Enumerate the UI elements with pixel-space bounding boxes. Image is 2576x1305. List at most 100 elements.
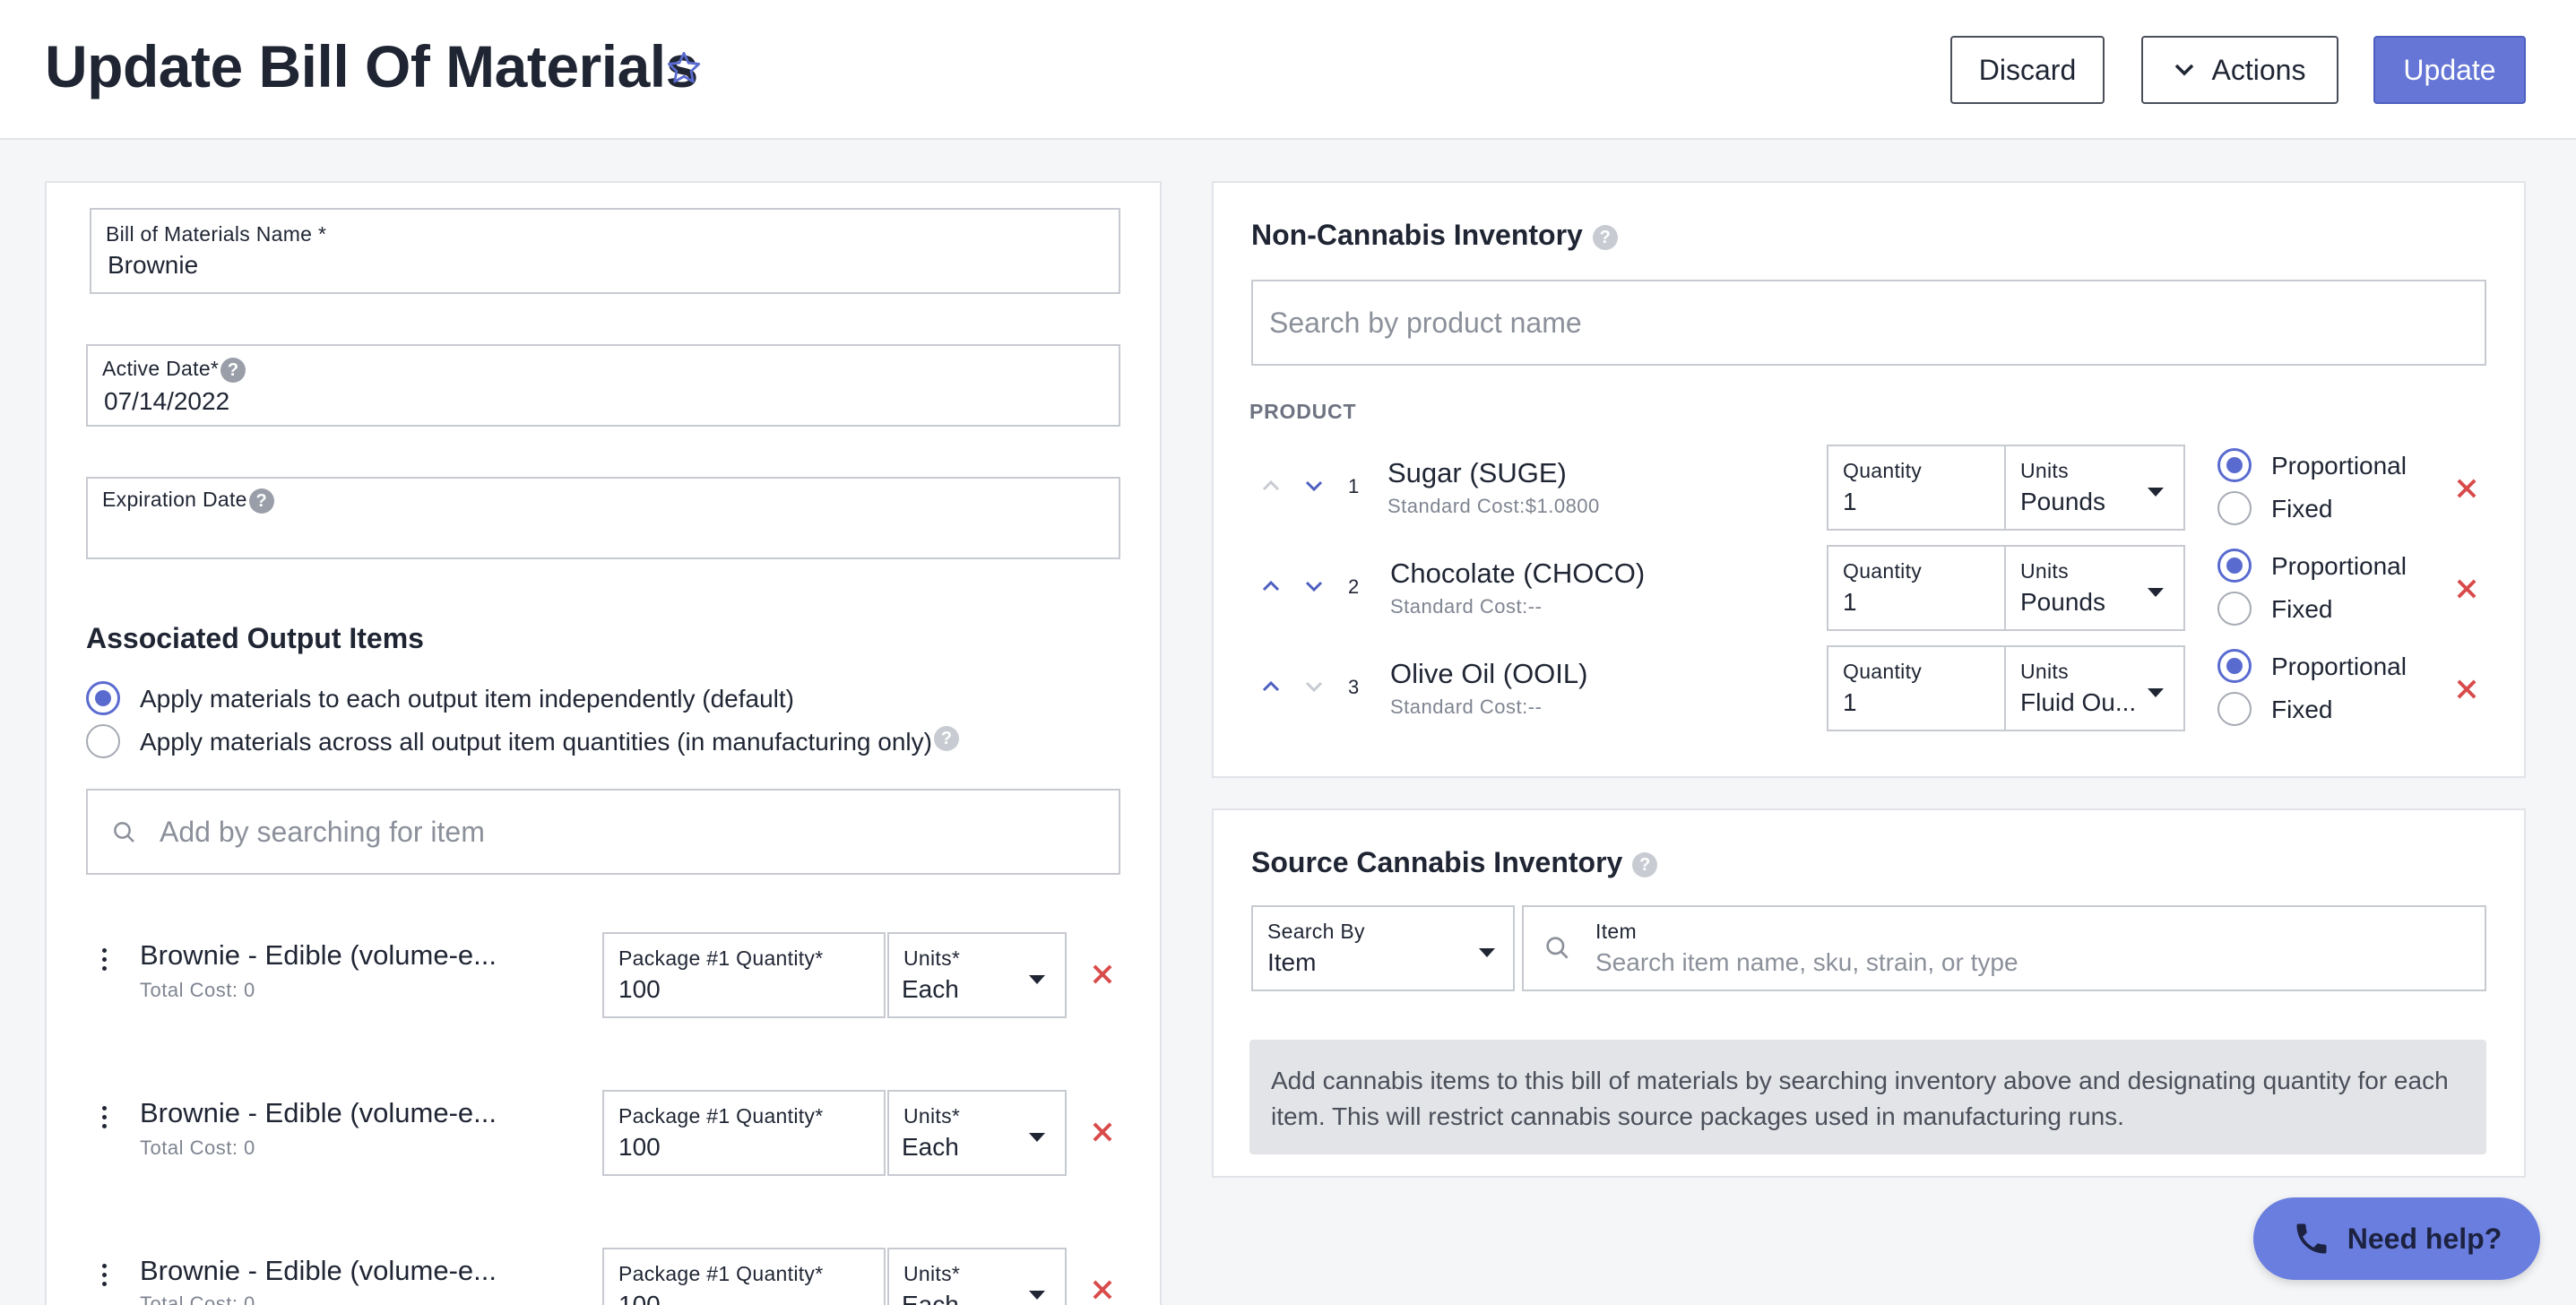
product-search-input[interactable]: Search by product name xyxy=(1251,280,2486,366)
quantity-label: Quantity xyxy=(1843,660,1923,683)
quantity-value: 1 xyxy=(1843,688,1857,716)
help-icon[interactable]: ? xyxy=(1632,851,1658,877)
cannabis-item-search[interactable]: Item Search item name, sku, strain, or t… xyxy=(1522,905,2486,991)
drag-handle-icon[interactable] xyxy=(100,948,108,975)
units-value: Pounds xyxy=(2020,588,2105,616)
product-name: Olive Oil (OOIL) xyxy=(1390,658,1588,689)
help-icon[interactable]: ? xyxy=(248,488,274,514)
need-help-button[interactable]: Need help? xyxy=(2253,1197,2540,1280)
row-number: 1 xyxy=(1348,475,1360,497)
output-items-title: Associated Output Items xyxy=(86,622,424,654)
help-icon[interactable]: ? xyxy=(933,726,959,751)
drag-handle-icon[interactable] xyxy=(100,1264,108,1291)
package-quantity-label: Package #1 Quantity* xyxy=(618,946,824,970)
units-select[interactable]: Units Fluid Ou... xyxy=(2004,645,2185,731)
units-value: Each xyxy=(902,975,959,1003)
fixed-radio[interactable] xyxy=(2217,692,2252,726)
cannabis-info-message: Add cannabis items to this bill of mater… xyxy=(1249,1040,2486,1154)
remove-x-icon[interactable] xyxy=(1091,963,1114,986)
output-item-total-cost: Total Cost: 0 xyxy=(140,979,255,1001)
quantity-value: 1 xyxy=(1843,588,1857,616)
favorite-star-icon[interactable] xyxy=(665,49,703,87)
quantity-field[interactable]: Quantity 1 xyxy=(1827,445,2006,531)
move-up-icon[interactable] xyxy=(1260,679,1282,694)
remove-x-icon[interactable] xyxy=(1091,1278,1114,1301)
package-quantity-field[interactable]: Package #1 Quantity* 100 xyxy=(602,1248,886,1305)
chevron-down-icon xyxy=(2174,64,2193,76)
drag-handle-icon[interactable] xyxy=(100,1106,108,1133)
package-quantity-field[interactable]: Package #1 Quantity* 100 xyxy=(602,1090,886,1176)
output-item-name: Brownie - Edible (volume-e... xyxy=(140,1255,497,1286)
row-number: 3 xyxy=(1348,676,1360,698)
bom-name-value: Brownie xyxy=(108,251,199,279)
quantity-field[interactable]: Quantity 1 xyxy=(1827,645,2006,731)
fixed-label: Fixed xyxy=(2271,696,2333,723)
units-select[interactable]: Units* Each xyxy=(887,932,1067,1018)
quantity-value: 1 xyxy=(1843,488,1857,515)
remove-x-icon[interactable] xyxy=(2455,678,2478,701)
units-value: Each xyxy=(902,1291,959,1305)
fixed-radio[interactable] xyxy=(2217,491,2252,525)
output-item-name: Brownie - Edible (volume-e... xyxy=(140,1097,497,1128)
fixed-label: Fixed xyxy=(2271,495,2333,523)
remove-x-icon[interactable] xyxy=(2455,577,2478,601)
units-value: Fluid Ou... xyxy=(2020,688,2137,716)
actions-button[interactable]: Actions xyxy=(2141,36,2338,104)
package-quantity-value: 100 xyxy=(618,975,661,1003)
product-standard-cost: Standard Cost:-- xyxy=(1390,595,1543,618)
apply-independently-label: Apply materials to each output item inde… xyxy=(140,685,794,713)
product-name: Sugar (SUGE) xyxy=(1387,457,1567,488)
dropdown-caret-icon xyxy=(1029,1291,1045,1300)
proportional-radio[interactable] xyxy=(2217,549,2252,583)
product-search-placeholder: Search by product name xyxy=(1269,307,1582,339)
quantity-field[interactable]: Quantity 1 xyxy=(1827,545,2006,631)
apply-independently-radio[interactable] xyxy=(86,681,120,715)
add-output-item-search[interactable]: Add by searching for item xyxy=(86,789,1120,875)
apply-across-radio[interactable] xyxy=(86,724,120,758)
expiration-date-field[interactable]: Expiration Date? xyxy=(86,477,1120,559)
quantity-label: Quantity xyxy=(1843,559,1923,583)
search-by-label: Search By xyxy=(1267,920,1365,943)
proportional-label: Proportional xyxy=(2271,652,2407,680)
remove-x-icon[interactable] xyxy=(1091,1120,1114,1144)
bom-name-field[interactable]: Bill of Materials Name * Brownie xyxy=(90,208,1120,294)
proportional-label: Proportional xyxy=(2271,452,2407,480)
actions-label: Actions xyxy=(2211,53,2306,86)
package-quantity-label: Package #1 Quantity* xyxy=(618,1104,824,1128)
proportional-radio[interactable] xyxy=(2217,448,2252,482)
units-select[interactable]: Units Pounds xyxy=(2004,545,2185,631)
product-name: Chocolate (CHOCO) xyxy=(1390,557,1646,589)
package-quantity-value: 100 xyxy=(618,1133,661,1161)
dropdown-caret-icon xyxy=(2148,488,2164,497)
move-down-icon[interactable] xyxy=(1303,479,1325,493)
units-select[interactable]: Units* Each xyxy=(887,1090,1067,1176)
units-label: Units xyxy=(2020,559,2069,583)
expiration-date-label: Expiration Date xyxy=(102,488,247,511)
non-cannabis-title: Non-Cannabis Inventory xyxy=(1251,219,1583,251)
page-header: Update Bill Of Materials Discard Actions… xyxy=(0,0,2576,140)
move-up-icon xyxy=(1262,480,1280,491)
package-quantity-field[interactable]: Package #1 Quantity* 100 xyxy=(602,932,886,1018)
move-down-icon[interactable] xyxy=(1303,579,1325,593)
discard-button[interactable]: Discard xyxy=(1950,36,2105,104)
move-up-icon[interactable] xyxy=(1260,579,1282,593)
proportional-radio[interactable] xyxy=(2217,649,2252,683)
add-output-item-placeholder: Add by searching for item xyxy=(160,816,485,848)
package-quantity-value: 100 xyxy=(618,1291,661,1305)
search-by-select[interactable]: Search By Item xyxy=(1251,905,1515,991)
units-select[interactable]: Units Pounds xyxy=(2004,445,2185,531)
proportional-label: Proportional xyxy=(2271,552,2407,580)
product-standard-cost: Standard Cost:-- xyxy=(1390,696,1543,718)
units-select[interactable]: Units* Each xyxy=(887,1248,1067,1305)
apply-across-label: Apply materials across all output item q… xyxy=(140,728,932,756)
help-icon[interactable]: ? xyxy=(1592,224,1618,250)
help-icon[interactable]: ? xyxy=(220,357,246,383)
search-icon xyxy=(114,822,134,843)
active-date-field[interactable]: Active Date*? 07/14/2022 xyxy=(86,344,1120,427)
units-value: Each xyxy=(902,1133,959,1161)
update-button[interactable]: Update xyxy=(2373,36,2526,104)
output-item-total-cost: Total Cost: 0 xyxy=(140,1292,255,1305)
quantity-label: Quantity xyxy=(1843,459,1923,482)
fixed-radio[interactable] xyxy=(2217,592,2252,626)
remove-x-icon[interactable] xyxy=(2455,477,2478,500)
